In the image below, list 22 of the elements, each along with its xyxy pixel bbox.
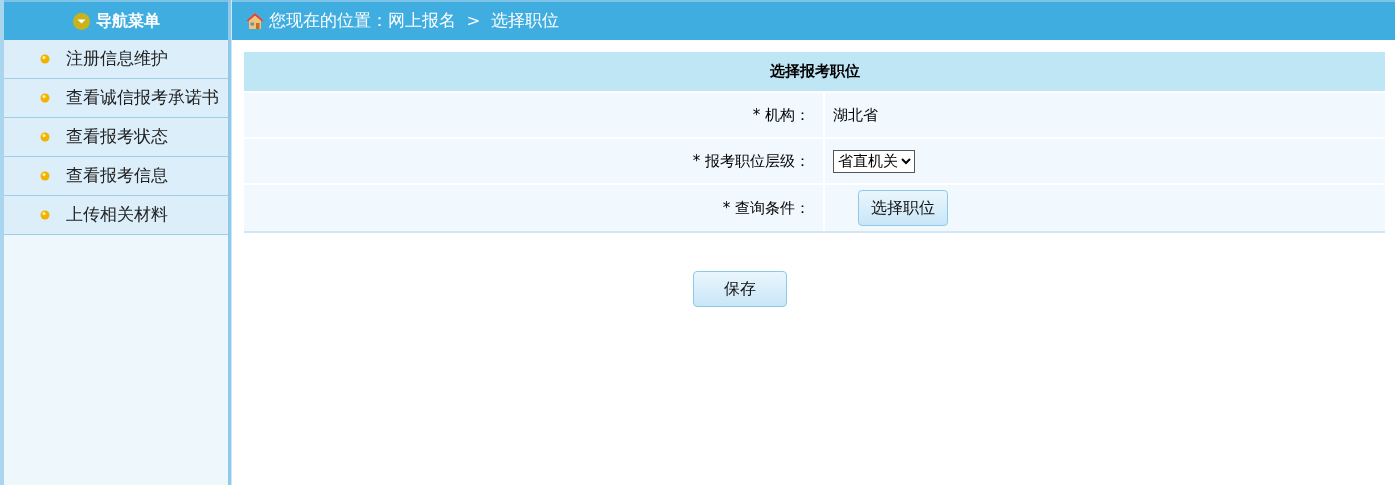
bullet-icon	[40, 132, 50, 142]
sidebar-item[interactable]: 注册信息维护	[4, 40, 228, 79]
field-value: 湖北省	[833, 105, 878, 125]
field-label: * 机构：	[752, 105, 810, 125]
select-position-button[interactable]: 选择职位	[858, 190, 948, 226]
save-button[interactable]: 保存	[692, 271, 787, 307]
field-label: * 报考职位层级：	[692, 151, 810, 171]
bullet-icon	[40, 171, 50, 181]
sidebar-title: 导航菜单	[95, 10, 160, 32]
bullet-icon	[40, 210, 50, 220]
house-icon	[245, 12, 265, 30]
form-title: 选择报考职位	[769, 62, 860, 81]
sidebar-item[interactable]: 查看报考信息	[4, 157, 228, 196]
caret-icon	[72, 12, 90, 30]
level-dropdown[interactable]: 省直机关	[833, 149, 915, 173]
bullet-icon	[40, 93, 50, 103]
bullet-icon	[40, 54, 50, 64]
breadcrumb-text: 您现在的位置：网上报名 > 选择职位	[269, 10, 559, 32]
sidebar-item[interactable]: 查看诚信报考承诺书	[4, 79, 228, 118]
sidebar-item[interactable]: 查看报考状态	[4, 118, 228, 157]
sidebar-item[interactable]: 上传相关材料	[4, 196, 228, 235]
field-label: * 查询条件：	[722, 198, 810, 218]
